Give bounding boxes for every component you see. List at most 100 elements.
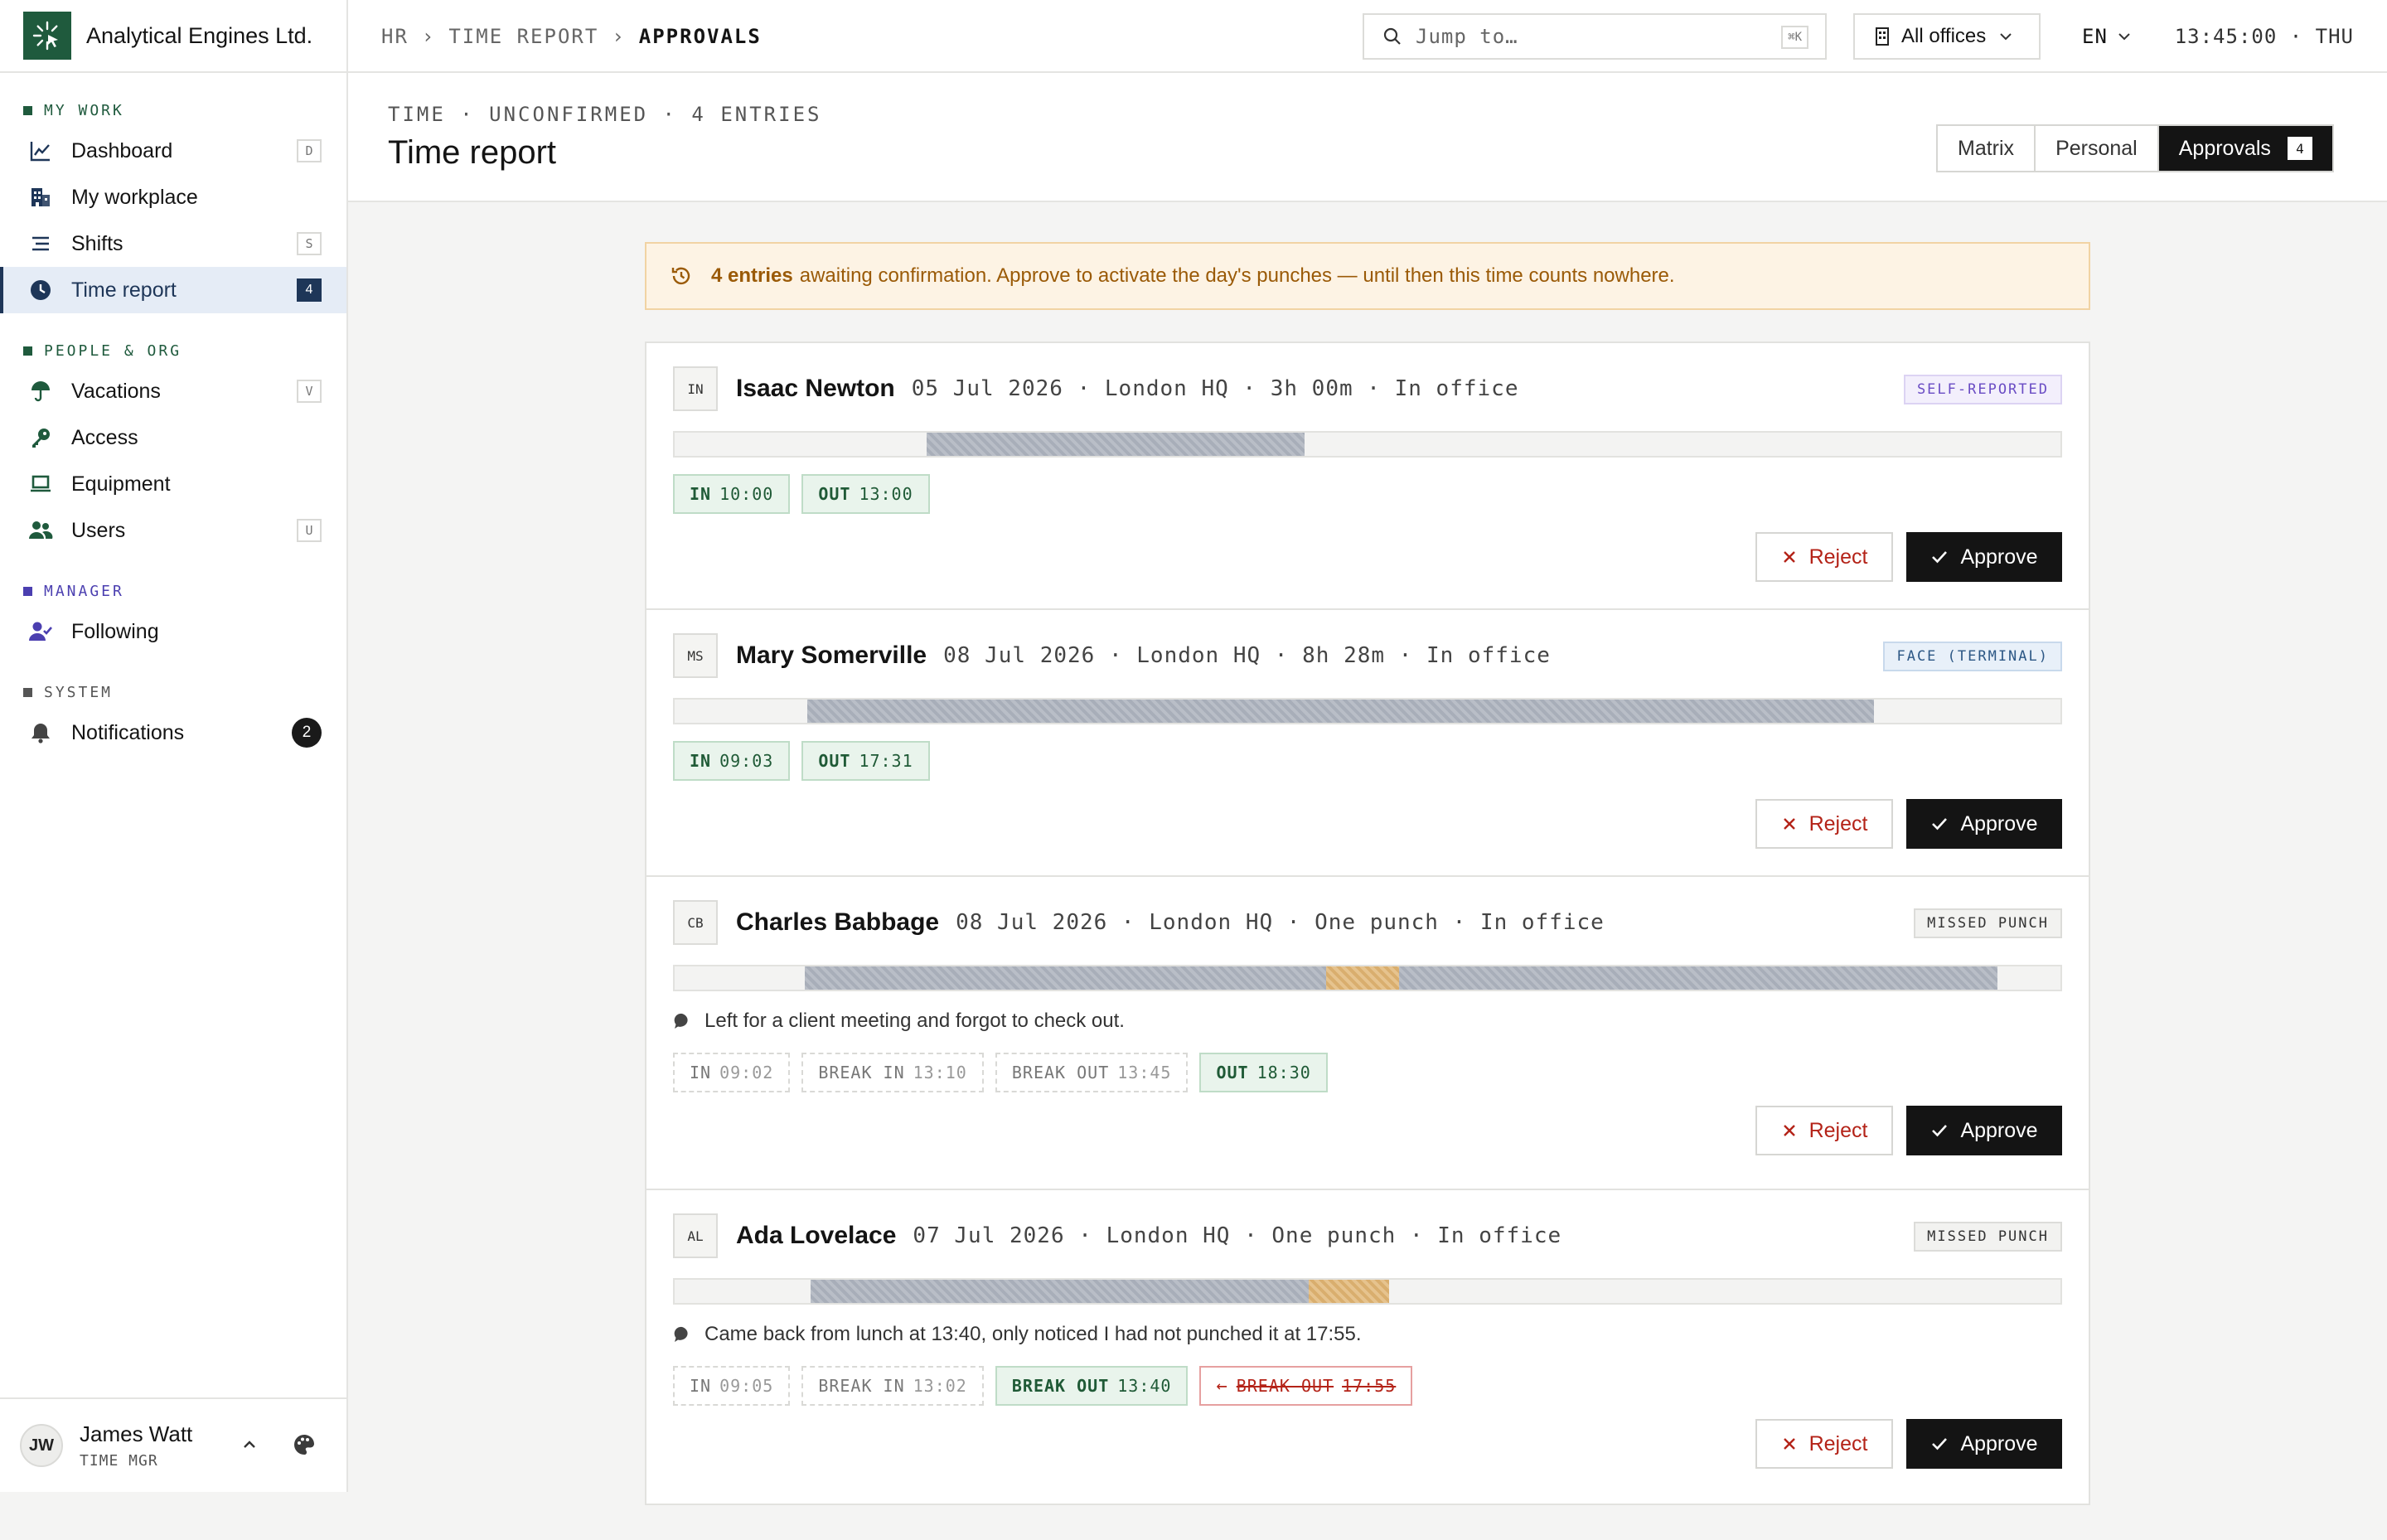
section-system: SYSTEM bbox=[0, 683, 346, 701]
punch-kind: OUT bbox=[818, 484, 851, 504]
punch-chip[interactable]: IN 09:05 bbox=[673, 1366, 791, 1406]
punch-time: 17:55 bbox=[1342, 1376, 1397, 1396]
section-manager: MANAGER bbox=[0, 582, 346, 600]
work-segment bbox=[804, 966, 1326, 990]
section-my-work: MY WORK bbox=[0, 101, 346, 119]
punch-chip[interactable]: IN 10:00 bbox=[673, 474, 791, 514]
section-label: SYSTEM bbox=[44, 683, 114, 701]
employee-name[interactable]: Isaac Newton bbox=[736, 375, 895, 403]
sidebar: Analytical Engines Ltd. MY WORK Dashboar… bbox=[0, 0, 348, 1492]
sidebar-item-following[interactable]: Following bbox=[0, 608, 346, 655]
sidebar-item-time-report[interactable]: Time report 4 bbox=[0, 267, 346, 313]
approve-button[interactable]: Approve bbox=[1906, 1419, 2062, 1469]
chevron-up-icon[interactable] bbox=[240, 1436, 259, 1454]
language-selector[interactable]: EN bbox=[2082, 0, 2141, 73]
users-icon bbox=[28, 518, 53, 543]
comment-icon bbox=[673, 1012, 691, 1030]
punch-chip[interactable]: BREAK IN 13:02 bbox=[801, 1366, 984, 1406]
logo-icon bbox=[23, 12, 71, 60]
check-icon bbox=[1930, 1121, 1949, 1140]
banner-count: 4 entries bbox=[711, 264, 793, 287]
entry-meta: 08 Jul 2026 · London HQ · One punch · In… bbox=[956, 910, 1605, 935]
source-tag: FACE (TERMINAL) bbox=[1883, 642, 2062, 671]
sidebar-item-label: Equipment bbox=[71, 472, 171, 496]
timeline-bar bbox=[673, 1278, 2062, 1305]
search-placeholder: Jump to… bbox=[1416, 25, 1518, 48]
punch-kind: BREAK IN bbox=[818, 1063, 905, 1082]
breadcrumb-item[interactable]: HR bbox=[381, 25, 409, 48]
reject-button[interactable]: Reject bbox=[1755, 532, 1893, 582]
punch-chip[interactable]: IN 09:02 bbox=[673, 1053, 791, 1092]
search-input[interactable]: Jump to… ⌘K bbox=[1363, 13, 1827, 60]
sidebar-item-vacations[interactable]: Vacations V bbox=[0, 368, 346, 414]
punch-chip[interactable]: OUT 17:31 bbox=[801, 741, 930, 781]
approve-label: Approve bbox=[1960, 545, 2038, 569]
punch-chip[interactable]: OUT 18:30 bbox=[1199, 1053, 1328, 1092]
punch-chip[interactable]: BREAK OUT 13:45 bbox=[995, 1053, 1189, 1092]
tab-personal[interactable]: Personal bbox=[2036, 126, 2159, 171]
employee-name[interactable]: Ada Lovelace bbox=[736, 1222, 896, 1250]
reject-button[interactable]: Reject bbox=[1755, 799, 1893, 849]
punch-chip[interactable]: IN 09:03 bbox=[673, 741, 791, 781]
sidebar-item-users[interactable]: Users U bbox=[0, 507, 346, 554]
work-segment bbox=[806, 700, 1875, 723]
approval-entry: IN Isaac Newton 05 Jul 2026 · London HQ · … bbox=[646, 343, 2089, 610]
user-menu[interactable]: JW James Watt TIME MGR bbox=[0, 1397, 346, 1492]
approval-entry: MS Mary Somerville 08 Jul 2026 · London HQ… bbox=[646, 610, 2089, 877]
breadcrumb-separator: › bbox=[612, 25, 626, 48]
employee-name[interactable]: Charles Babbage bbox=[736, 908, 939, 937]
list-icon bbox=[28, 231, 53, 256]
sidebar-item-dashboard[interactable]: Dashboard D bbox=[0, 128, 346, 174]
approve-button[interactable]: Approve bbox=[1906, 532, 2062, 582]
punch-time: 09:03 bbox=[719, 751, 774, 771]
breadcrumb-item[interactable]: TIME REPORT bbox=[448, 25, 598, 48]
reject-label: Reject bbox=[1808, 1431, 1868, 1455]
avatar: CB bbox=[673, 900, 718, 945]
square-icon bbox=[23, 105, 32, 115]
punch-chip[interactable]: ← BREAK OUT 17:55 bbox=[1199, 1366, 1413, 1406]
sidebar-item-equipment[interactable]: Equipment bbox=[0, 461, 346, 507]
chart-line-icon bbox=[28, 138, 53, 163]
approve-button[interactable]: Approve bbox=[1906, 799, 2062, 849]
entry-meta: 05 Jul 2026 · London HQ · 3h 00m · In of… bbox=[911, 376, 1519, 401]
office-filter-dropdown[interactable]: All offices bbox=[1853, 13, 2041, 60]
tab-badge: 4 bbox=[2287, 137, 2312, 160]
punch-chip[interactable]: BREAK IN 13:10 bbox=[801, 1053, 984, 1092]
tab-matrix[interactable]: Matrix bbox=[1938, 126, 2036, 171]
reject-label: Reject bbox=[1808, 1118, 1868, 1142]
reject-button[interactable]: Reject bbox=[1755, 1106, 1893, 1155]
avatar: AL bbox=[673, 1213, 718, 1258]
building-icon bbox=[28, 185, 53, 210]
reject-button[interactable]: Reject bbox=[1755, 1419, 1893, 1469]
entry-actions: Reject Approve bbox=[1755, 1106, 2062, 1155]
notification-count-badge: 2 bbox=[292, 718, 322, 748]
view-tabs: Matrix Personal Approvals 4 bbox=[1936, 124, 2334, 172]
palette-icon[interactable] bbox=[292, 1432, 317, 1457]
sidebar-item-label: Following bbox=[71, 619, 159, 643]
employee-note: Came back from lunch at 13:40, only noti… bbox=[673, 1323, 1362, 1346]
brand[interactable]: Analytical Engines Ltd. bbox=[0, 0, 346, 73]
punch-chip[interactable]: OUT 13:00 bbox=[801, 474, 930, 514]
sidebar-item-label: Dashboard bbox=[71, 138, 173, 162]
avatar: IN bbox=[673, 366, 718, 411]
entry-actions: Reject Approve bbox=[1755, 1419, 2062, 1469]
square-icon bbox=[23, 586, 32, 596]
sidebar-item-my-workplace[interactable]: My workplace bbox=[0, 174, 346, 220]
sidebar-item-notifications[interactable]: Notifications 2 bbox=[0, 709, 346, 756]
punch-chip[interactable]: BREAK OUT 13:40 bbox=[995, 1366, 1189, 1406]
entry-header: IN Isaac Newton 05 Jul 2026 · London HQ · … bbox=[673, 366, 1518, 411]
sidebar-item-access[interactable]: Access bbox=[0, 414, 346, 461]
company-name: Analytical Engines Ltd. bbox=[86, 22, 313, 48]
approve-button[interactable]: Approve bbox=[1906, 1106, 2062, 1155]
tab-approvals[interactable]: Approvals 4 bbox=[2158, 126, 2332, 171]
umbrella-icon bbox=[28, 379, 53, 404]
approve-label: Approve bbox=[1960, 1431, 2038, 1455]
entry-header: CB Charles Babbage 08 Jul 2026 · London HQ… bbox=[673, 900, 1605, 945]
sidebar-item-shifts[interactable]: Shifts S bbox=[0, 220, 346, 267]
note-text: Came back from lunch at 13:40, only noti… bbox=[704, 1323, 1362, 1345]
shortcut-hint: D bbox=[297, 139, 322, 162]
page-header: TIME · UNCONFIRMED · 4 ENTRIES Time repo… bbox=[348, 73, 2387, 202]
employee-name[interactable]: Mary Somerville bbox=[736, 642, 927, 670]
timeline-bar bbox=[673, 698, 2062, 724]
punch-time: 13:02 bbox=[913, 1376, 967, 1396]
